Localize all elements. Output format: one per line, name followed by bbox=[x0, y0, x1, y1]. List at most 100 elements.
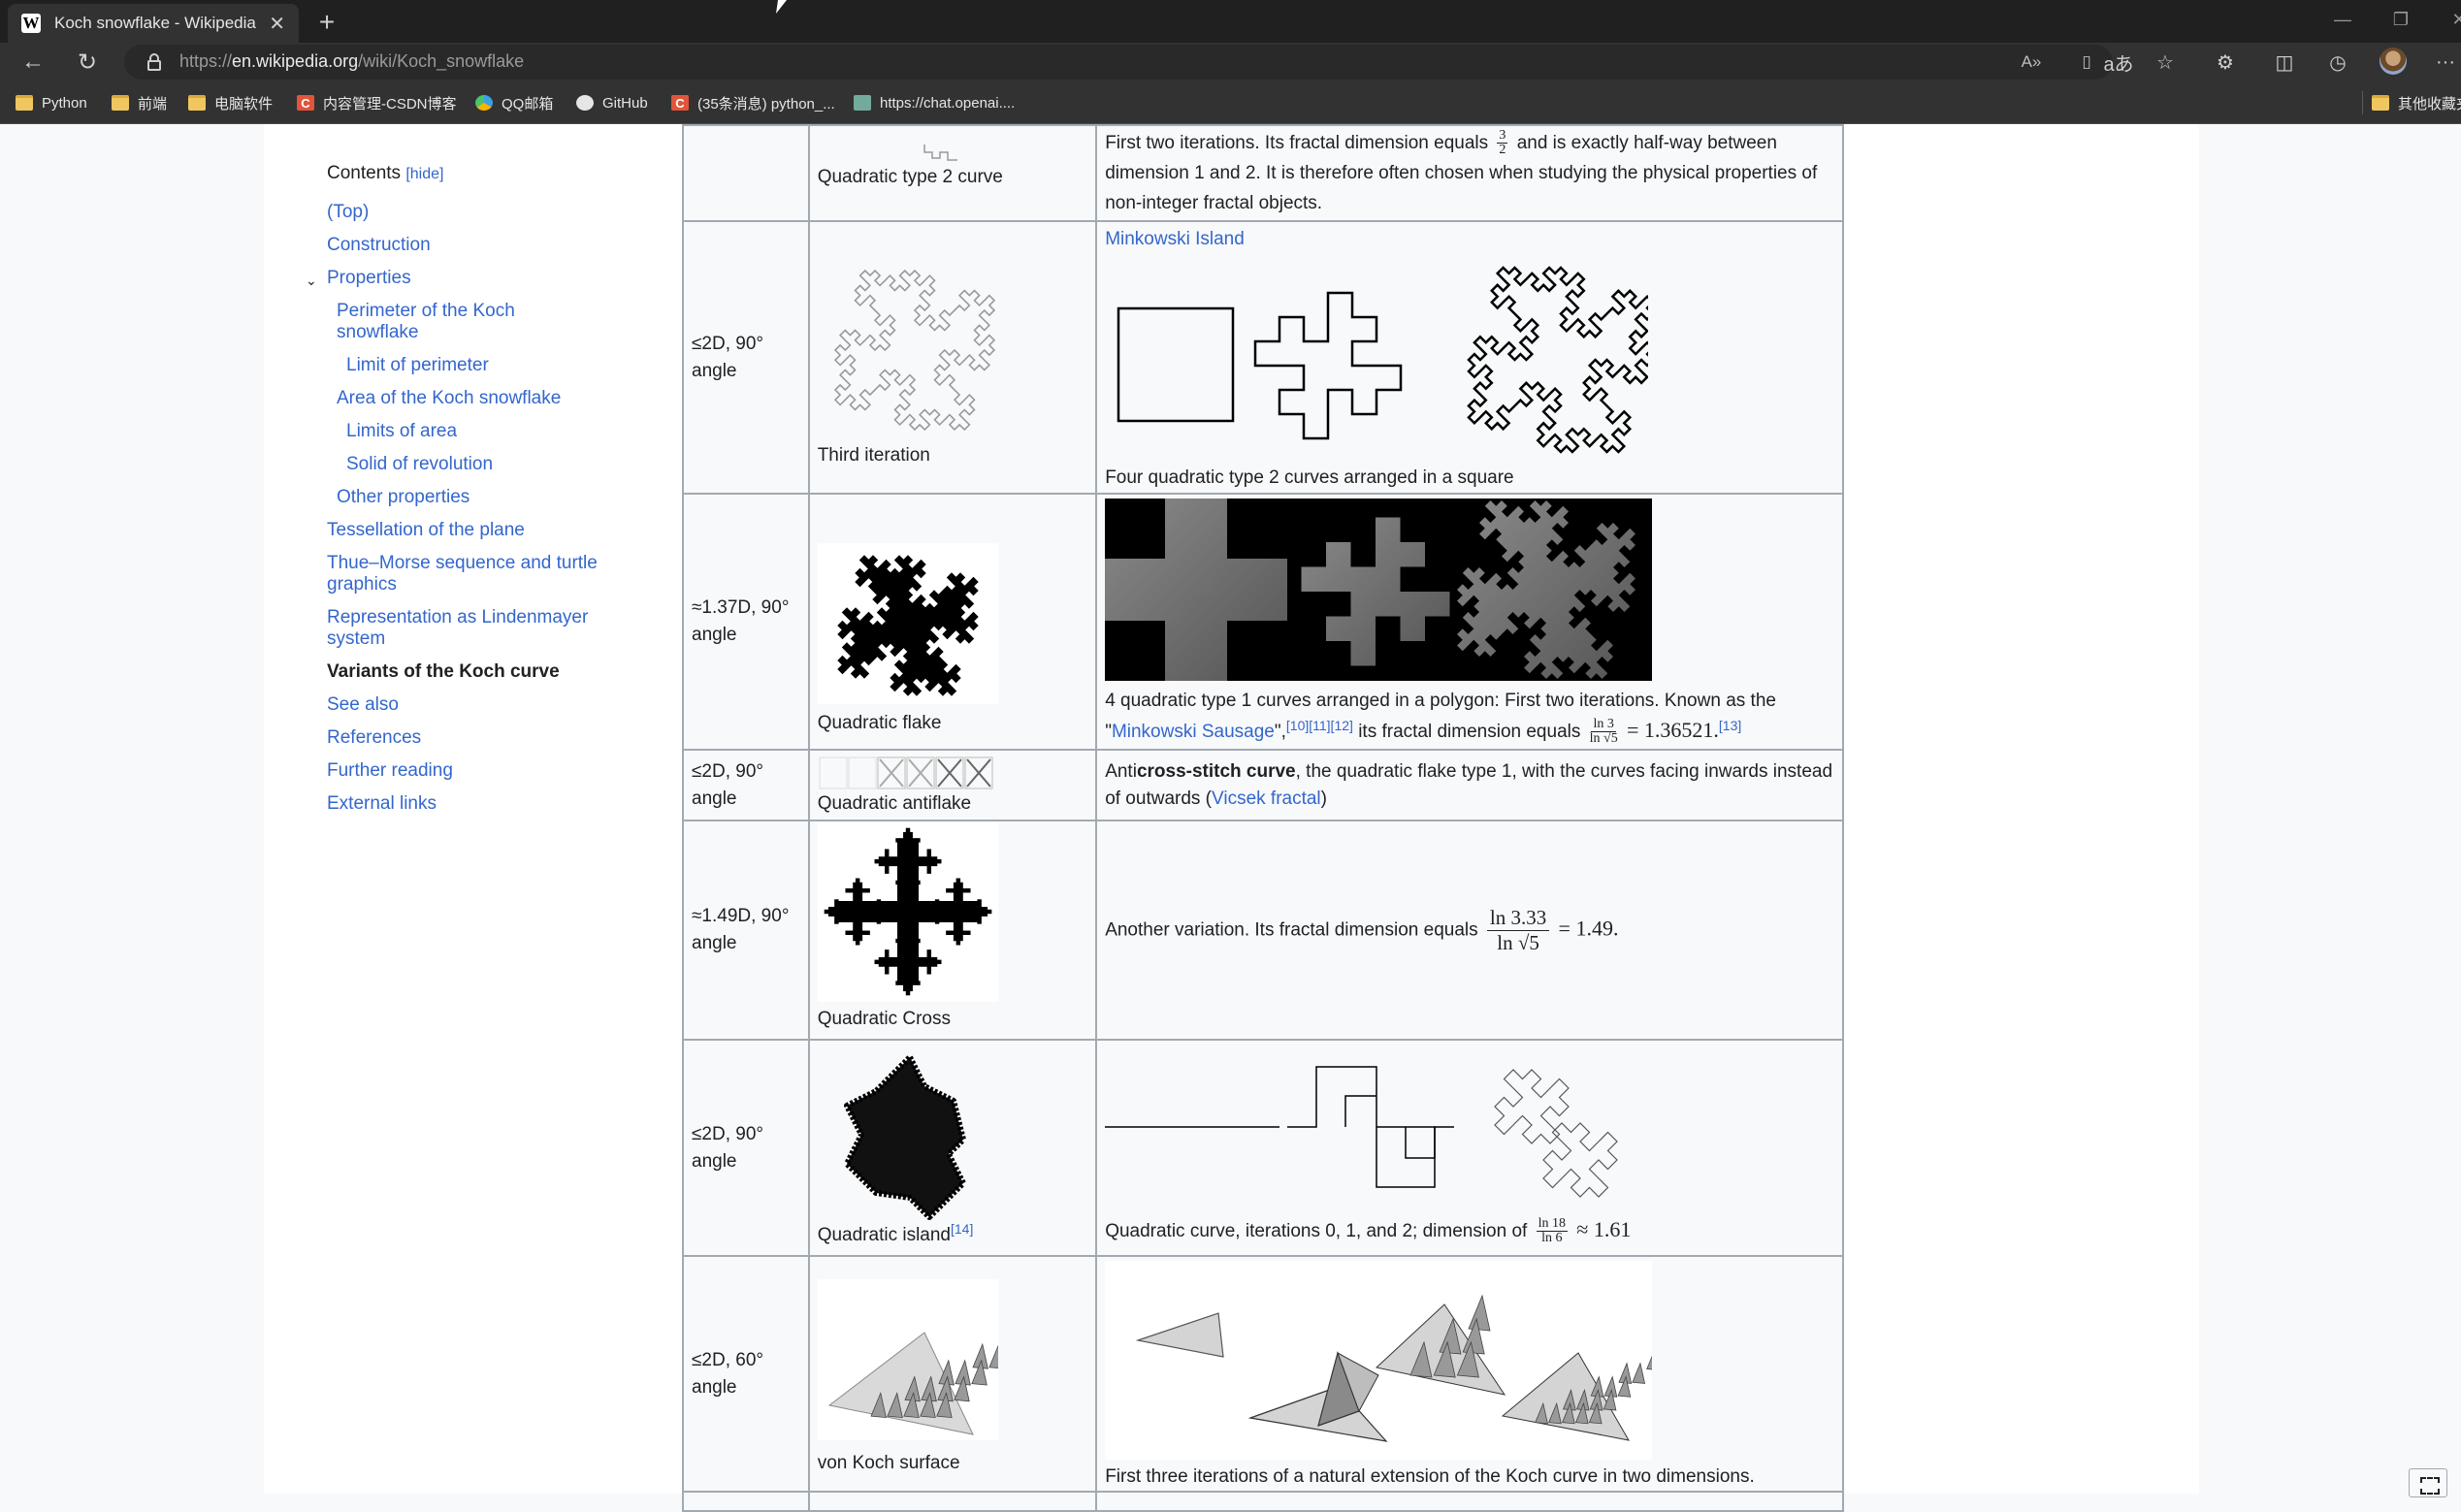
bookmark-chatgpt[interactable]: https://chat.openai.... bbox=[854, 91, 1015, 114]
dimension-cell bbox=[682, 1491, 810, 1512]
refresh-button[interactable]: ↻ bbox=[70, 46, 105, 79]
back-button[interactable]: ← bbox=[16, 46, 50, 79]
lock-icon[interactable] bbox=[147, 53, 161, 71]
image-cell: von Koch surface bbox=[807, 1255, 1098, 1493]
dimension-cell: ≈1.37D, 90° angle bbox=[682, 493, 810, 751]
toc-item-area[interactable]: Area of the Koch snowflake bbox=[327, 388, 599, 409]
bookmark-csdn-python[interactable]: C (35条消息) python_... bbox=[671, 91, 835, 114]
toc-hide-link[interactable]: [hide] bbox=[405, 166, 443, 182]
quadratic-flake-image[interactable] bbox=[817, 543, 998, 704]
split-screen-icon[interactable]: ◫ bbox=[2269, 48, 2300, 77]
minkowski-island-link[interactable]: Minkowski Island bbox=[1105, 229, 1245, 249]
toc-item-references[interactable]: References bbox=[327, 727, 599, 749]
bookmark-frontend[interactable]: 前端 bbox=[112, 91, 167, 114]
cross-arm bbox=[855, 920, 860, 946]
minkowski-island-iterations-image[interactable] bbox=[1105, 263, 1649, 457]
cross-arm bbox=[926, 949, 931, 975]
history-icon[interactable]: ◷ bbox=[2322, 48, 2353, 77]
image-caption: Quadratic island[14] bbox=[817, 1221, 974, 1245]
qq-mail-icon bbox=[475, 95, 493, 111]
cross-stitch-shape bbox=[907, 758, 933, 788]
toc-item-solid-of-revolution[interactable]: Solid of revolution bbox=[327, 454, 599, 475]
minimize-button[interactable]: — bbox=[2314, 0, 2372, 39]
address-bar-row: ← ↻ https://en.wikipedia.org/wiki/Koch_s… bbox=[0, 43, 2461, 81]
table-row: ≤2D, 90° angle Quadratic antiflake Antic… bbox=[682, 749, 1844, 821]
quadratic-island-image[interactable] bbox=[818, 1047, 1002, 1222]
vicsek-fractal-link[interactable]: Vicsek fractal bbox=[1212, 788, 1321, 809]
url-input[interactable]: https://en.wikipedia.org/wiki/Koch_snowf… bbox=[124, 45, 2113, 80]
cross-arm bbox=[884, 949, 890, 975]
bookmark-csdn[interactable]: C 内容管理-CSDN博客 bbox=[297, 91, 457, 114]
toc-item-other-properties[interactable]: Other properties bbox=[327, 487, 599, 508]
bookmark-github[interactable]: GitHub bbox=[576, 91, 648, 114]
description-cell: Another variation. Its fractal dimension… bbox=[1095, 820, 1844, 1041]
profile-avatar[interactable] bbox=[2380, 48, 2407, 75]
cross-stitch-shape bbox=[965, 758, 991, 788]
toc-item-external-links[interactable]: External links bbox=[327, 793, 599, 815]
von-koch-surface-image[interactable] bbox=[817, 1279, 998, 1440]
toc-item-construction[interactable]: Construction bbox=[327, 235, 599, 256]
cross-arm bbox=[855, 878, 860, 903]
cross-arm bbox=[955, 920, 960, 946]
bookmark-software[interactable]: 电脑软件 bbox=[188, 91, 273, 114]
more-menu-icon[interactable]: ··· bbox=[2430, 48, 2461, 77]
immersive-reader-icon[interactable]: ▯ bbox=[2072, 48, 2101, 76]
minkowski-sausage-link[interactable]: Minkowski Sausage bbox=[1112, 722, 1275, 742]
csdn-icon: C bbox=[671, 95, 689, 111]
bookmarks-bar: Python 前端 电脑软件 C 内容管理-CSDN博客 QQ邮箱 GitHub … bbox=[0, 81, 2461, 124]
table-of-contents: Contents [hide] (Top) Construction ⌄ Prop… bbox=[306, 163, 599, 826]
folder-icon bbox=[112, 95, 129, 111]
toc-item-tessellation[interactable]: Tessellation of the plane bbox=[327, 520, 599, 541]
toc-item-properties[interactable]: ⌄ Properties bbox=[306, 268, 599, 289]
bookmark-qqmail[interactable]: QQ邮箱 bbox=[475, 91, 553, 114]
toc-item-limits-of-area[interactable]: Limits of area bbox=[327, 421, 599, 442]
tab-title: Koch snowflake - Wikipedia bbox=[54, 14, 256, 32]
add-favorite-icon[interactable]: ☆ bbox=[2150, 48, 2181, 77]
extensions-icon[interactable]: ⚙ bbox=[2210, 48, 2241, 77]
toc-item-further-reading[interactable]: Further reading bbox=[327, 760, 599, 782]
read-aloud-icon[interactable]: A» bbox=[2017, 48, 2046, 76]
reference-link[interactable]: [13] bbox=[1719, 718, 1741, 733]
quadratic-antiflake-image[interactable] bbox=[818, 756, 998, 790]
restore-button[interactable]: ❐ bbox=[2372, 0, 2430, 39]
translate-icon[interactable]: aあ bbox=[2103, 48, 2134, 77]
browser-tab[interactable]: W Koch snowflake - Wikipedia ✕ bbox=[8, 4, 299, 43]
chevron-down-icon[interactable]: ⌄ bbox=[306, 270, 317, 291]
quadratic-curve-iterations-image[interactable] bbox=[1105, 1063, 1658, 1208]
dimension-cell: ≤2D, 60° angle bbox=[682, 1255, 810, 1493]
von-koch-surface-iterations-image[interactable] bbox=[1105, 1261, 1653, 1460]
image-cell: Quadratic antiflake bbox=[807, 749, 1098, 821]
pyramid-face bbox=[1468, 1294, 1491, 1332]
cross-stitch-shape bbox=[878, 758, 904, 788]
iteration-0-shape bbox=[1117, 306, 1235, 423]
third-iteration-image[interactable] bbox=[818, 258, 1012, 442]
close-tab-icon[interactable]: ✕ bbox=[269, 12, 285, 36]
table-row: ≤2D, 60° angle von Koch surface First th… bbox=[682, 1255, 1844, 1493]
toc-item-variants[interactable]: Variants of the Koch curve bbox=[327, 661, 599, 683]
bookmark-python[interactable]: Python bbox=[16, 91, 87, 114]
image-cell: Quadratic island[14] bbox=[807, 1039, 1098, 1257]
table-row: ≈1.37D, 90° angle Quadratic flake 4 quad… bbox=[682, 493, 1844, 751]
toc-item-thue-morse[interactable]: Thue–Morse sequence and turtle graphics bbox=[327, 553, 599, 595]
toc-item-limit-of-perimeter[interactable]: Limit of perimeter bbox=[327, 355, 599, 376]
toc-item-perimeter[interactable]: Perimeter of the Koch snowflake bbox=[327, 301, 599, 343]
toc-item-see-also[interactable]: See also bbox=[327, 694, 599, 716]
iteration-1-shape bbox=[1253, 291, 1403, 440]
description-cell bbox=[1095, 1491, 1844, 1512]
toc-item-top[interactable]: (Top) bbox=[327, 202, 599, 223]
openai-icon bbox=[854, 95, 871, 111]
table-row: ≤2D, 90° angle Third iteration Minkowski… bbox=[682, 220, 1844, 495]
quadratic-cross-image[interactable] bbox=[817, 821, 998, 1002]
reference-link[interactable]: [14] bbox=[951, 1221, 973, 1237]
minkowski-sausage-image[interactable] bbox=[1105, 499, 1653, 681]
reference-link[interactable]: [10][11][12] bbox=[1286, 718, 1353, 733]
table-row: ≤2D, 90° angle Quadratic island[14] Quad… bbox=[682, 1039, 1844, 1257]
cross-arm bbox=[905, 870, 910, 895]
close-window-button[interactable]: ✕ bbox=[2430, 0, 2461, 39]
quadratic-type2-curve-image[interactable] bbox=[915, 145, 973, 164]
folder-icon bbox=[16, 95, 33, 111]
bookmark-other-favorites[interactable]: 其他收藏夹 bbox=[2372, 91, 2461, 114]
toc-item-lindenmayer[interactable]: Representation as Lindenmayer system bbox=[327, 607, 599, 650]
iteration-2-shape bbox=[1467, 266, 1649, 454]
new-tab-button[interactable]: + bbox=[310, 6, 343, 39]
